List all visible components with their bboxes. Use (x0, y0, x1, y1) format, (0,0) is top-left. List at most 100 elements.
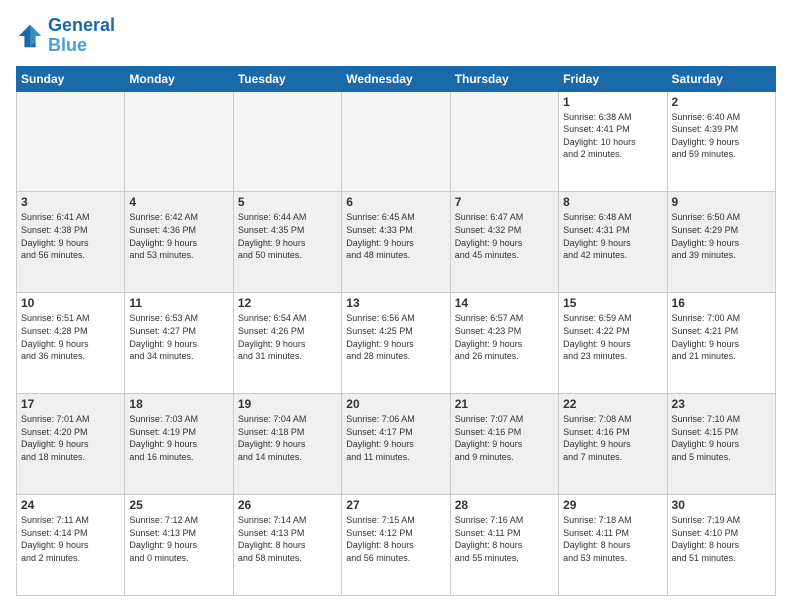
table-row: 16 Sunrise: 7:00 AM Sunset: 4:21 PM Dayli… (667, 293, 775, 394)
col-friday: Friday (559, 66, 667, 91)
col-sunday: Sunday (17, 66, 125, 91)
calendar-week-row: 24Sunrise: 7:11 AM Sunset: 4:14 PM Dayli… (17, 495, 776, 596)
day-number: 1 (563, 95, 662, 109)
day-detail: Sunrise: 6:44 AM Sunset: 4:35 PM Dayligh… (238, 211, 337, 261)
day-detail: Sunrise: 7:14 AM Sunset: 4:13 PM Dayligh… (238, 514, 337, 564)
day-detail: Sunrise: 6:47 AM Sunset: 4:32 PM Dayligh… (455, 211, 554, 261)
day-number: 15 (563, 296, 662, 310)
page: General Blue Sunday Monday Tuesday Wedne… (0, 0, 792, 612)
day-detail: Sunrise: 6:59 AM Sunset: 4:22 PM Dayligh… (563, 312, 662, 362)
table-row: 3Sunrise: 6:41 AM Sunset: 4:38 PM Daylig… (17, 192, 125, 293)
day-number: 14 (455, 296, 554, 310)
day-detail: Sunrise: 7:10 AM Sunset: 4:15 PM Dayligh… (672, 413, 771, 463)
logo-line1: General (48, 16, 115, 36)
day-number: 23 (672, 397, 771, 411)
day-detail: Sunrise: 7:06 AM Sunset: 4:17 PM Dayligh… (346, 413, 445, 463)
day-number: 27 (346, 498, 445, 512)
table-row: 29 Sunrise: 7:18 AM Sunset: 4:11 PM Dayli… (559, 495, 667, 596)
table-row: 27Sunrise: 7:15 AM Sunset: 4:12 PM Dayli… (342, 495, 450, 596)
day-number: 17 (21, 397, 120, 411)
table-row (125, 91, 233, 192)
table-row: 13Sunrise: 6:56 AM Sunset: 4:25 PM Dayli… (342, 293, 450, 394)
table-row: 10 Sunrise: 6:51 AM Sunset: 4:28 PM Dayli… (17, 293, 125, 394)
table-row: 15 Sunrise: 6:59 AM Sunset: 4:22 PM Dayli… (559, 293, 667, 394)
day-number: 20 (346, 397, 445, 411)
logo-line2: Blue (48, 36, 115, 56)
calendar-week-row: 1 Sunrise: 6:38 AM Sunset: 4:41 PM Daylig… (17, 91, 776, 192)
table-row (233, 91, 341, 192)
calendar-header-row: Sunday Monday Tuesday Wednesday Thursday… (17, 66, 776, 91)
day-detail: Sunrise: 6:56 AM Sunset: 4:25 PM Dayligh… (346, 312, 445, 362)
table-row: 2 Sunrise: 6:40 AM Sunset: 4:39 PM Daylig… (667, 91, 775, 192)
day-detail: Sunrise: 7:18 AM Sunset: 4:11 PM Dayligh… (563, 514, 662, 564)
day-detail: Sunrise: 7:01 AM Sunset: 4:20 PM Dayligh… (21, 413, 120, 463)
logo-text: General Blue (48, 16, 115, 56)
day-detail: Sunrise: 6:53 AM Sunset: 4:27 PM Dayligh… (129, 312, 228, 362)
header: General Blue (16, 16, 776, 56)
day-number: 25 (129, 498, 228, 512)
table-row: 20 Sunrise: 7:06 AM Sunset: 4:17 PM Dayli… (342, 394, 450, 495)
day-number: 29 (563, 498, 662, 512)
table-row: 8Sunrise: 6:48 AM Sunset: 4:31 PM Daylig… (559, 192, 667, 293)
col-monday: Monday (125, 66, 233, 91)
calendar-week-row: 17 Sunrise: 7:01 AM Sunset: 4:20 PM Dayli… (17, 394, 776, 495)
day-number: 26 (238, 498, 337, 512)
table-row: 18 Sunrise: 7:03 AM Sunset: 4:19 PM Dayli… (125, 394, 233, 495)
day-number: 10 (21, 296, 120, 310)
day-number: 18 (129, 397, 228, 411)
day-detail: Sunrise: 6:42 AM Sunset: 4:36 PM Dayligh… (129, 211, 228, 261)
day-number: 30 (672, 498, 771, 512)
table-row: 12 Sunrise: 6:54 AM Sunset: 4:26 PM Dayli… (233, 293, 341, 394)
day-detail: Sunrise: 7:04 AM Sunset: 4:18 PM Dayligh… (238, 413, 337, 463)
table-row: 4Sunrise: 6:42 AM Sunset: 4:36 PM Daylig… (125, 192, 233, 293)
table-row: 26 Sunrise: 7:14 AM Sunset: 4:13 PM Dayli… (233, 495, 341, 596)
day-number: 12 (238, 296, 337, 310)
day-number: 11 (129, 296, 228, 310)
day-detail: Sunrise: 7:16 AM Sunset: 4:11 PM Dayligh… (455, 514, 554, 564)
day-number: 19 (238, 397, 337, 411)
day-number: 9 (672, 195, 771, 209)
day-detail: Sunrise: 6:45 AM Sunset: 4:33 PM Dayligh… (346, 211, 445, 261)
col-thursday: Thursday (450, 66, 558, 91)
day-detail: Sunrise: 6:51 AM Sunset: 4:28 PM Dayligh… (21, 312, 120, 362)
table-row (342, 91, 450, 192)
table-row (450, 91, 558, 192)
day-number: 7 (455, 195, 554, 209)
day-detail: Sunrise: 6:40 AM Sunset: 4:39 PM Dayligh… (672, 111, 771, 161)
day-detail: Sunrise: 6:50 AM Sunset: 4:29 PM Dayligh… (672, 211, 771, 261)
day-number: 16 (672, 296, 771, 310)
calendar-table: Sunday Monday Tuesday Wednesday Thursday… (16, 66, 776, 596)
day-number: 8 (563, 195, 662, 209)
day-number: 2 (672, 95, 771, 109)
table-row: 14Sunrise: 6:57 AM Sunset: 4:23 PM Dayli… (450, 293, 558, 394)
day-detail: Sunrise: 7:19 AM Sunset: 4:10 PM Dayligh… (672, 514, 771, 564)
day-detail: Sunrise: 6:38 AM Sunset: 4:41 PM Dayligh… (563, 111, 662, 161)
day-number: 5 (238, 195, 337, 209)
day-detail: Sunrise: 6:54 AM Sunset: 4:26 PM Dayligh… (238, 312, 337, 362)
day-number: 3 (21, 195, 120, 209)
table-row: 30 Sunrise: 7:19 AM Sunset: 4:10 PM Dayli… (667, 495, 775, 596)
day-detail: Sunrise: 7:12 AM Sunset: 4:13 PM Dayligh… (129, 514, 228, 564)
table-row: 1 Sunrise: 6:38 AM Sunset: 4:41 PM Daylig… (559, 91, 667, 192)
table-row: 22 Sunrise: 7:08 AM Sunset: 4:16 PM Dayli… (559, 394, 667, 495)
day-detail: Sunrise: 7:03 AM Sunset: 4:19 PM Dayligh… (129, 413, 228, 463)
table-row: 19 Sunrise: 7:04 AM Sunset: 4:18 PM Dayli… (233, 394, 341, 495)
day-number: 6 (346, 195, 445, 209)
table-row: 24Sunrise: 7:11 AM Sunset: 4:14 PM Dayli… (17, 495, 125, 596)
table-row: 21Sunrise: 7:07 AM Sunset: 4:16 PM Dayli… (450, 394, 558, 495)
day-detail: Sunrise: 7:00 AM Sunset: 4:21 PM Dayligh… (672, 312, 771, 362)
table-row: 9 Sunrise: 6:50 AM Sunset: 4:29 PM Daylig… (667, 192, 775, 293)
col-saturday: Saturday (667, 66, 775, 91)
calendar-week-row: 10 Sunrise: 6:51 AM Sunset: 4:28 PM Dayli… (17, 293, 776, 394)
table-row: 5 Sunrise: 6:44 AM Sunset: 4:35 PM Daylig… (233, 192, 341, 293)
logo-icon (16, 22, 44, 50)
day-number: 22 (563, 397, 662, 411)
logo: General Blue (16, 16, 115, 56)
table-row: 28Sunrise: 7:16 AM Sunset: 4:11 PM Dayli… (450, 495, 558, 596)
table-row (17, 91, 125, 192)
table-row: 17 Sunrise: 7:01 AM Sunset: 4:20 PM Dayli… (17, 394, 125, 495)
table-row: 23 Sunrise: 7:10 AM Sunset: 4:15 PM Dayli… (667, 394, 775, 495)
day-number: 21 (455, 397, 554, 411)
day-detail: Sunrise: 7:08 AM Sunset: 4:16 PM Dayligh… (563, 413, 662, 463)
table-row: 7 Sunrise: 6:47 AM Sunset: 4:32 PM Daylig… (450, 192, 558, 293)
